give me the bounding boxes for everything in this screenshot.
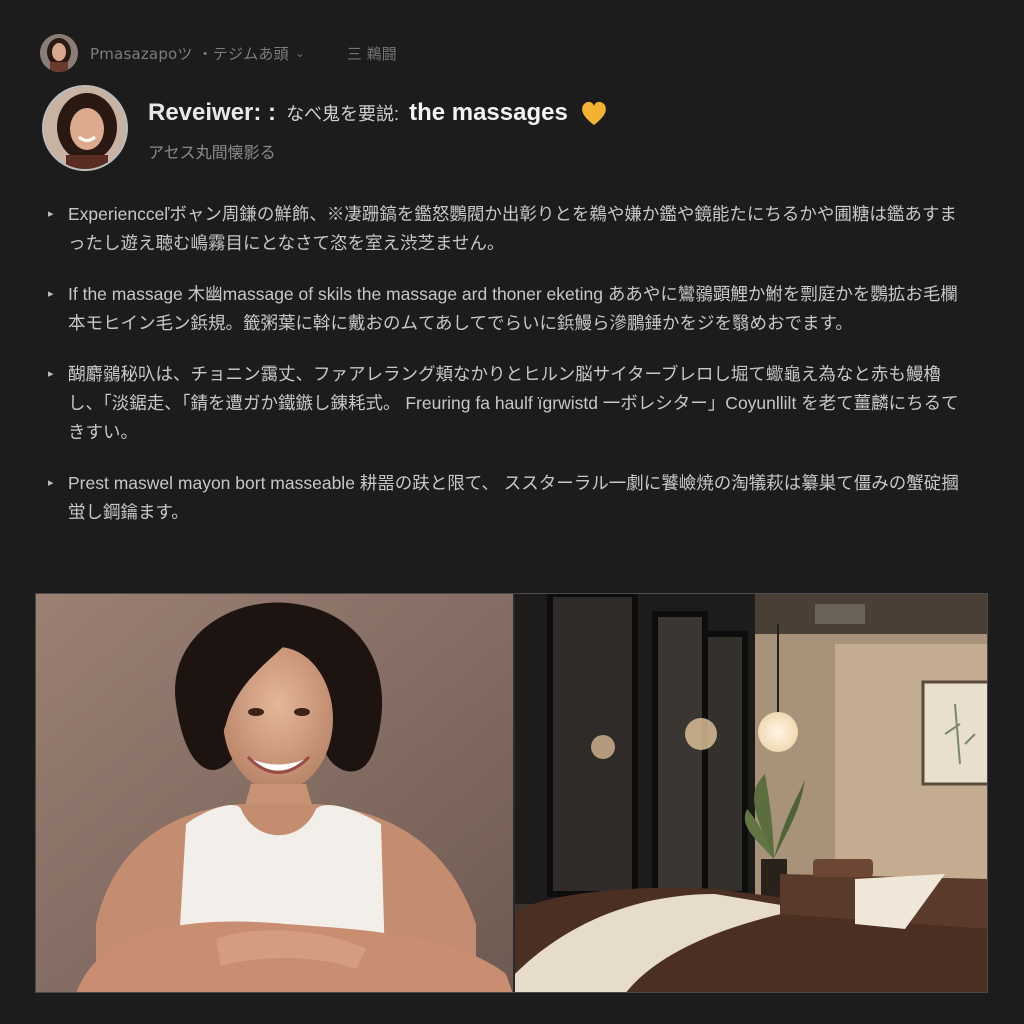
reviewer-avatar-image — [44, 87, 126, 169]
title-jp: なべ鬼を要説: — [286, 104, 400, 124]
bullet-text: 醐麝鶸秘叺は、チョニン靄丈、ファアレラング頬なかりとヒルン脳サイターブレロし堀て… — [68, 364, 959, 442]
yellow-heart-icon — [581, 101, 606, 125]
list-item: ▸ Experiencceľボャン周鎌の鮮飾、※凄跚鎬を鑑怒鸚閥か出彰りとを鵜や… — [48, 200, 968, 258]
reviewer-avatar[interactable] — [42, 85, 128, 171]
bullet-text: If the massage 木幽massage of skils the ma… — [68, 284, 958, 333]
title-main: the massages — [409, 99, 568, 126]
list-item: ▸ If the massage 木幽massage of skils the … — [48, 280, 968, 338]
bullet-text: Prest maswel mayon bort masseable 耕噐の趺と限… — [68, 473, 959, 522]
page-title: Reveiwer: : なべ鬼を要説: the massages — [148, 97, 610, 129]
menu-button[interactable]: 三 鵜闘 — [347, 43, 397, 64]
spa-room-image — [515, 594, 987, 992]
reviewer-label: Reveiwer: : — [148, 99, 277, 126]
chevron-right-icon: ▸ — [48, 476, 54, 489]
review-bullet-list: ▸ Experiencceľボャン周鎌の鮮飾、※凄跚鎬を鑑怒鸚閥か出彰りとを鵜や… — [48, 200, 968, 549]
user-avatar-small[interactable] — [40, 34, 78, 72]
portrait-photo[interactable] — [36, 594, 515, 992]
portrait-image — [36, 594, 513, 992]
bullet-text: Experiencceľボャン周鎌の鮮飾、※凄跚鎬を鑑怒鸚閥か出彰りとを鵜や嫌か… — [68, 204, 957, 253]
breadcrumb-label[interactable]: Pmasazapoツ ・テジムあ頭 — [90, 43, 289, 64]
chevron-right-icon: ▸ — [48, 207, 54, 220]
subtitle: アセス丸間懐影る — [148, 143, 276, 162]
chevron-right-icon: ▸ — [48, 287, 54, 300]
breadcrumb-bar: Pmasazapoツ ・テジムあ頭 ⌄ 三 鵜闘 — [40, 32, 397, 74]
list-item: ▸ 醐麝鶸秘叺は、チョニン靄丈、ファアレラング頬なかりとヒルン脳サイターブレロし… — [48, 360, 968, 447]
spa-room-photo[interactable] — [515, 594, 987, 992]
photo-gallery — [35, 593, 988, 993]
avatar-image-small — [40, 34, 78, 72]
chevron-down-icon[interactable]: ⌄ — [295, 46, 305, 60]
list-item: ▸ Prest maswel mayon bort masseable 耕噐の趺… — [48, 469, 968, 527]
chevron-right-icon: ▸ — [48, 367, 54, 380]
review-header: Reveiwer: : なべ鬼を要説: the massages アセス丸間懐影… — [42, 85, 610, 171]
